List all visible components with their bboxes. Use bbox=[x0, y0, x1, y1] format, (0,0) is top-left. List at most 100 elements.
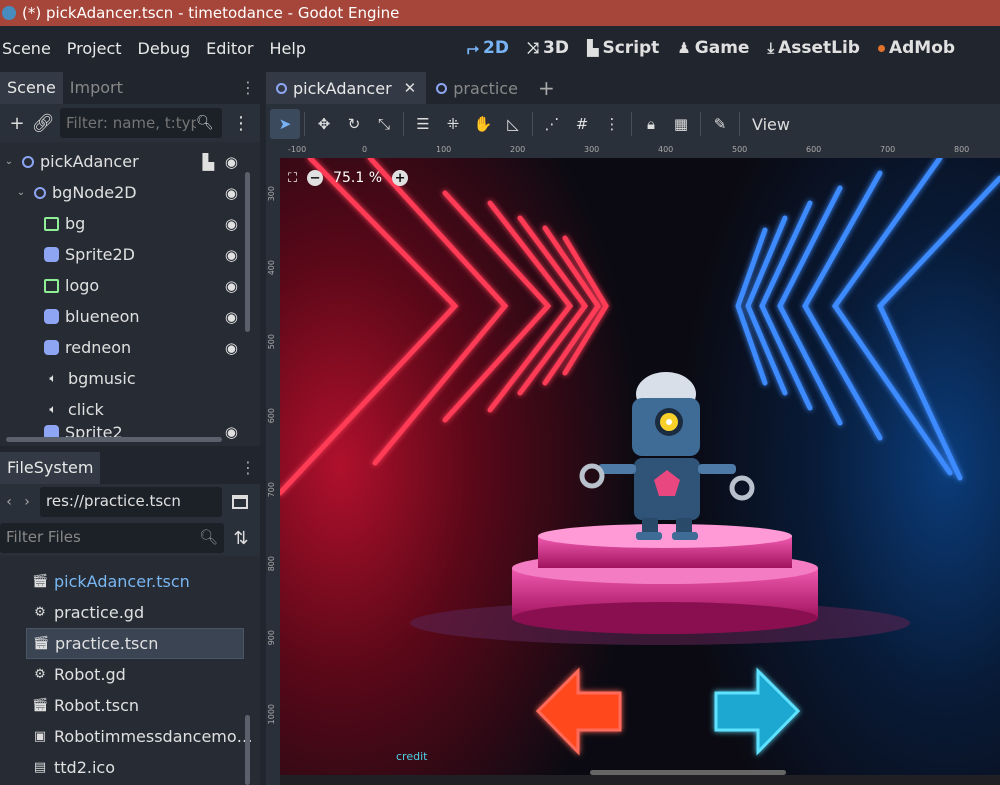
rotate-mode-icon[interactable]: ↻ bbox=[339, 109, 369, 139]
window-titlebar: (*) pickAdancer.tscn - timetodance - God… bbox=[0, 0, 1000, 26]
select-mode-icon[interactable]: ➤ bbox=[270, 109, 300, 139]
workspace-admob-button[interactable]: AdMob bbox=[869, 38, 964, 58]
file-list-scrollbar[interactable] bbox=[245, 715, 250, 785]
close-icon[interactable]: ✕ bbox=[404, 79, 417, 97]
pan-hand-icon[interactable]: ✋ bbox=[468, 109, 498, 139]
search-icon: 🔍︎ bbox=[198, 528, 218, 546]
tab-practice[interactable]: practice bbox=[426, 72, 528, 104]
node2d-icon bbox=[276, 82, 287, 94]
files-filter-input[interactable]: Filter Files 🔍︎ bbox=[0, 523, 224, 553]
viewport-hscrollbar[interactable] bbox=[590, 770, 786, 775]
scale-mode-icon[interactable]: ⤡ bbox=[369, 109, 399, 139]
workspace-2d-button[interactable]: ⮣ 2D bbox=[458, 38, 518, 58]
file-name: pickAdancer.tscn bbox=[54, 572, 190, 591]
file-row-practice-gd[interactable]: ⚙ practice.gd bbox=[0, 597, 260, 628]
workspace-game-button[interactable]: ♟ Game bbox=[668, 38, 758, 58]
add-node-icon[interactable]: + bbox=[4, 113, 30, 134]
visibility-eye-icon[interactable]: ◉ bbox=[225, 215, 238, 233]
file-row-pickadancer[interactable]: 🎬︎ pickAdancer.tscn bbox=[0, 566, 260, 597]
visibility-eye-icon[interactable]: ◉ bbox=[225, 308, 238, 326]
collapse-arrow-icon[interactable]: ⌄ bbox=[14, 187, 28, 198]
workspace-label: AdMob bbox=[888, 38, 956, 58]
tree-row-logo[interactable]: logo ◉ bbox=[0, 270, 260, 301]
menu-debug[interactable]: Debug bbox=[130, 39, 199, 58]
zoom-out-button[interactable]: − bbox=[307, 170, 324, 186]
sort-icon[interactable]: ⇅ bbox=[228, 528, 254, 549]
forward-icon[interactable]: › bbox=[18, 494, 36, 510]
scene-tree-hscrollbar[interactable] bbox=[6, 437, 222, 442]
grid-snap-icon[interactable]: # bbox=[567, 109, 597, 139]
workspace-assetlib-button[interactable]: ⤓ AssetLib bbox=[758, 38, 869, 58]
ruler-icon[interactable]: ◺ bbox=[498, 109, 528, 139]
list-select-icon[interactable]: ☰ bbox=[408, 109, 438, 139]
file-row-robot-model[interactable]: ▣ Robotimmessdancemo… bbox=[0, 721, 260, 752]
collapse-arrow-icon[interactable]: ⌄ bbox=[2, 156, 16, 167]
visibility-eye-icon[interactable]: ◉ bbox=[225, 153, 238, 171]
tree-row-bg[interactable]: bg ◉ bbox=[0, 208, 260, 239]
files-filter-row: Filter Files 🔍︎ ⇅ bbox=[0, 520, 260, 556]
file-row-robot-tscn[interactable]: 🎬︎ Robot.tscn bbox=[0, 690, 260, 721]
zoom-in-button[interactable]: + bbox=[392, 170, 409, 186]
ruler-vertical bbox=[266, 158, 280, 785]
dock-menu-icon[interactable]: ⋮ bbox=[240, 78, 256, 97]
tree-row-sprite2d[interactable]: Sprite2D ◉ bbox=[0, 239, 260, 270]
scene-options-icon[interactable]: ⋮ bbox=[228, 113, 254, 134]
view-menu-button[interactable]: View bbox=[744, 115, 798, 134]
menu-help[interactable]: Help bbox=[262, 39, 314, 58]
game-scene-canvas[interactable] bbox=[280, 158, 1000, 775]
move-mode-icon[interactable]: ✥ bbox=[309, 109, 339, 139]
file-row-ttd2-ico[interactable]: ▤ ttd2.ico bbox=[0, 752, 260, 783]
canvas-viewport[interactable]: -100 0 100 200 300 400 500 600 700 800 300 400 500 6… bbox=[266, 144, 1000, 785]
workspace-script-button[interactable]: ▙ Script bbox=[578, 38, 668, 58]
file-name: Robot.gd bbox=[54, 665, 126, 684]
menu-editor[interactable]: Editor bbox=[198, 39, 261, 58]
script-attached-icon[interactable]: ▙ bbox=[202, 153, 214, 171]
visibility-eye-icon[interactable]: ◉ bbox=[225, 246, 238, 264]
split-mode-icon[interactable] bbox=[232, 495, 248, 509]
ruler-y-tick: 700 bbox=[267, 482, 276, 498]
tree-row-bgmusic[interactable]: 🔈︎ bgmusic bbox=[0, 363, 260, 394]
visibility-eye-icon[interactable]: ◉ bbox=[225, 425, 238, 439]
tree-row-blueneon[interactable]: blueneon ◉ bbox=[0, 301, 260, 332]
snap-options-icon[interactable]: ⋮ bbox=[597, 109, 627, 139]
workspace-3d-button[interactable]: ⤨ 3D bbox=[518, 38, 578, 58]
ruler-x-tick: 400 bbox=[658, 145, 674, 154]
dock-menu-icon[interactable]: ⋮ bbox=[240, 458, 256, 477]
tree-row-pickadancer[interactable]: ⌄ pickAdancer ▙ ◉ bbox=[0, 146, 260, 177]
scene-tree-scrollbar[interactable] bbox=[245, 172, 250, 332]
tab-scene[interactable]: Scene bbox=[0, 72, 63, 104]
zoom-level[interactable]: 75.1 % bbox=[333, 170, 382, 186]
tree-row-bgnode2d[interactable]: ⌄ bgNode2D ◉ bbox=[0, 177, 260, 208]
group-icon[interactable]: ▦ bbox=[666, 109, 696, 139]
sprite-icon bbox=[44, 247, 59, 262]
workspace-label: 3D bbox=[542, 38, 569, 58]
smart-snap-icon[interactable]: ⋰ bbox=[537, 109, 567, 139]
ruler-y-tick: 600 bbox=[267, 408, 276, 424]
file-row-practice-tscn[interactable]: 🎬︎ practice.tscn bbox=[26, 628, 244, 659]
instance-link-icon[interactable]: 🔗︎ bbox=[30, 113, 56, 134]
center-view-icon[interactable]: ⛶ bbox=[288, 171, 297, 186]
new-scene-tab-button[interactable]: + bbox=[528, 72, 565, 104]
tab-import[interactable]: Import bbox=[63, 72, 130, 104]
skeleton-bone-icon[interactable]: ✎ bbox=[705, 109, 735, 139]
path-row: ‹ › res://practice.tscn bbox=[0, 484, 260, 520]
workspace-label: AssetLib bbox=[778, 38, 860, 58]
tree-row-click[interactable]: 🔈︎ click bbox=[0, 394, 260, 425]
menu-project[interactable]: Project bbox=[59, 39, 130, 58]
lock-icon[interactable]: 🔒︎ bbox=[636, 109, 666, 139]
visibility-eye-icon[interactable]: ◉ bbox=[225, 339, 238, 357]
scene-filter-input[interactable] bbox=[66, 114, 196, 132]
pivot-icon[interactable]: ⁜ bbox=[438, 109, 468, 139]
back-icon[interactable]: ‹ bbox=[0, 494, 18, 510]
node-label: pickAdancer bbox=[40, 152, 139, 171]
menu-scene[interactable]: Scene bbox=[0, 39, 59, 58]
tab-pickadancer[interactable]: pickAdancer ✕ bbox=[266, 72, 427, 104]
file-row-robot-gd[interactable]: ⚙ Robot.gd bbox=[0, 659, 260, 690]
tree-row-redneon[interactable]: redneon ◉ bbox=[0, 332, 260, 363]
window-title: (*) pickAdancer.tscn - timetodance - God… bbox=[22, 4, 400, 22]
visibility-eye-icon[interactable]: ◉ bbox=[225, 184, 238, 202]
visibility-eye-icon[interactable]: ◉ bbox=[225, 277, 238, 295]
path-field[interactable]: res://practice.tscn bbox=[40, 487, 222, 517]
tab-filesystem[interactable]: FileSystem bbox=[0, 452, 101, 484]
workspace-label: Game bbox=[694, 38, 750, 58]
